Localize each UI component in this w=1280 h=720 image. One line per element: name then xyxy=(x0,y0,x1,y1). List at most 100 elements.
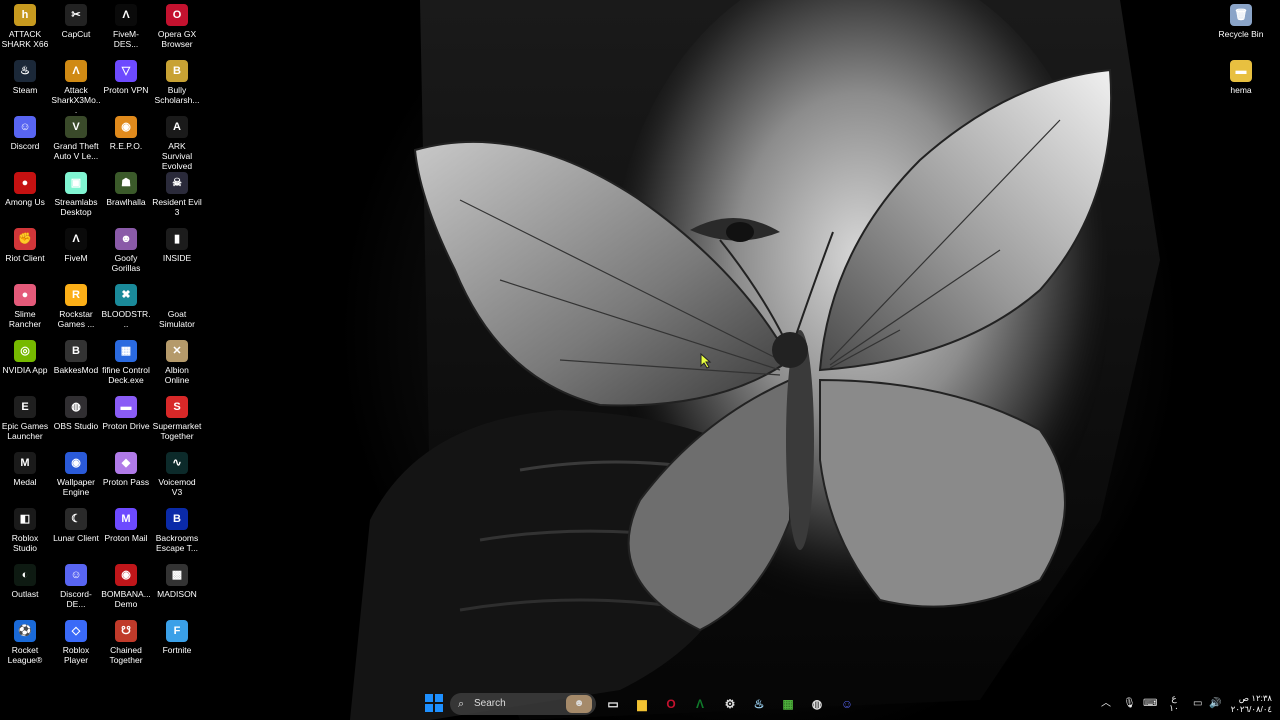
keyboard-icon[interactable]: ⌨ xyxy=(1143,697,1157,711)
desktop-icon-label: Proton Mail xyxy=(104,533,148,543)
outlast-icon: ◐ xyxy=(14,564,36,586)
desktop-icon[interactable]: ◆ Proton Pass xyxy=(101,452,151,487)
desktop-icon[interactable]: ▣ Streamlabs Desktop xyxy=(51,172,101,217)
desktop-icon-label: Bully Scholarsh... xyxy=(154,85,200,105)
desktop-icon[interactable]: ● Among Us xyxy=(0,172,50,207)
desktop-icon[interactable]: ♨ Steam xyxy=(0,60,50,95)
chevron-up-icon[interactable]: ︿ xyxy=(1101,697,1111,711)
desktop-icon[interactable]: ☗ Brawlhalla xyxy=(101,172,151,207)
desktop-icon[interactable]: V Grand Theft Auto V Le... xyxy=(51,116,101,161)
desktop-icon[interactable]: Λ FiveM xyxy=(51,228,101,263)
desktop-icon[interactable]: ☋ Chained Together xyxy=(101,620,151,665)
desktop-icon[interactable]: ▮ INSIDE xyxy=(152,228,202,263)
desktop-icon-label: Slime Rancher xyxy=(8,309,42,329)
desktop-icon[interactable]: S Supermarket Together xyxy=(152,396,202,441)
desktop-icon[interactable]: ☾ Lunar Client xyxy=(51,508,101,543)
steam-icon[interactable]: ♨ xyxy=(748,693,770,715)
desktop-icon[interactable]: 🗑 Recycle Bin xyxy=(1216,4,1266,39)
desktop-icon[interactable]: ◐ Outlast xyxy=(0,564,50,599)
opera-gx-icon: O xyxy=(166,4,188,26)
desktop-icon[interactable]: ◉ BOMBANA... Demo xyxy=(101,564,151,609)
desktop-icon[interactable]: Λ FiveM-DES... xyxy=(101,4,151,49)
desktop-icon-label: Riot Client xyxy=(5,253,45,263)
desktop-icon[interactable]: ✕ Albion Online xyxy=(152,340,202,385)
desktop-icon[interactable]: ☺ Discord-DE... xyxy=(51,564,101,609)
desktop-icon[interactable]: ● Slime Rancher xyxy=(0,284,50,329)
volume-icon[interactable]: 🔊 xyxy=(1209,697,1221,711)
repo-icon: ◉ xyxy=(115,116,137,138)
desktop-icon[interactable]: E Epic Games Launcher xyxy=(0,396,50,441)
desktop-icon-label: Roblox Player xyxy=(62,645,90,665)
desktop-icon[interactable]: ✖ BLOODSTR... xyxy=(101,284,151,329)
taskbar-search-box[interactable]: ⌕ Search ☻ xyxy=(450,693,596,715)
desktop-icon-label: Goofy Gorillas xyxy=(111,253,141,273)
bakkesmod-icon: B xyxy=(65,340,87,362)
desktop-icon[interactable]: ⚽ Rocket League® xyxy=(0,620,50,665)
desktop-icon[interactable]: ◇ Roblox Player xyxy=(51,620,101,665)
desktop-icon[interactable]: ◉ R.E.P.O. xyxy=(101,116,151,151)
desktop-icon[interactable]: ◎ NVIDIA App xyxy=(0,340,50,375)
desktop-icon[interactable]: ∿ Voicemod V3 xyxy=(152,452,202,497)
resident-evil-icon: ☠ xyxy=(166,172,188,194)
goofy-gorillas-icon: ☻ xyxy=(115,228,137,250)
input-language-indicator[interactable]: ع ١٠ xyxy=(1168,693,1180,713)
search-icon: ⌕ xyxy=(458,698,465,710)
desktop-icon-label: Proton VPN xyxy=(103,85,149,95)
desktop-icon[interactable]: ◍ OBS Studio xyxy=(51,396,101,431)
windows-start-icon[interactable] xyxy=(423,693,445,715)
desktop-icon-label: BakkesMod xyxy=(53,365,99,375)
desktop-icon[interactable]: O Opera GX Browser xyxy=(152,4,202,49)
desktop-icon-label: NVIDIA App xyxy=(2,365,48,375)
desktop-icon[interactable]: ☺ Discord xyxy=(0,116,50,151)
file-explorer-icon[interactable]: ▆ xyxy=(631,693,653,715)
desktop-icon[interactable]: ✂ CapCut xyxy=(51,4,101,39)
desktop-icon[interactable]: A ARK Survival Evolved xyxy=(152,116,202,171)
desktop-icon[interactable]: ▩ MADISON xyxy=(152,564,202,599)
desktop-icon-label: ATTACK SHARK X66 xyxy=(1,29,49,49)
desktop-icon-label: Lunar Client xyxy=(53,533,99,543)
obs-icon: ◍ xyxy=(65,396,87,418)
clock-date: ٢٠٢٦/٠٨/٠٤ xyxy=(1230,704,1272,714)
desktop-icon[interactable]: Goat Simulator xyxy=(152,284,202,329)
hema-logo-icon: h xyxy=(14,4,36,26)
desktop-icon[interactable]: F Fortnite xyxy=(152,620,202,655)
settings-icon[interactable]: ⚙ xyxy=(719,693,741,715)
desktop-icon[interactable]: ▦ fifine Control Deck.exe xyxy=(101,340,151,385)
desktop-icon[interactable]: M Proton Mail xyxy=(101,508,151,543)
desktop-icon[interactable]: R Rockstar Games ... xyxy=(51,284,101,329)
bully-icon: B xyxy=(166,60,188,82)
desktop-icon[interactable]: ✊ Riot Client xyxy=(0,228,50,263)
fivem-icon: Λ xyxy=(115,4,137,26)
desktop-icon-label: Attack SharkX3Mo... xyxy=(51,85,101,115)
fivem-icon[interactable]: Λ xyxy=(689,693,711,715)
desktop-icon[interactable]: ▬ hema xyxy=(1216,60,1266,95)
desktop-icon[interactable]: Λ Attack SharkX3Mo... xyxy=(51,60,101,115)
desktop-icon-label: Albion Online xyxy=(164,365,190,385)
task-view-icon[interactable]: ▭ xyxy=(602,693,624,715)
desktop-icon[interactable]: M Medal xyxy=(0,452,50,487)
desktop-icon[interactable]: B Backrooms Escape T... xyxy=(152,508,202,553)
goat-simulator-icon xyxy=(166,284,188,306)
desktop-icon-label: Roblox Studio xyxy=(11,533,39,553)
desktop-icon[interactable]: ☻ Goofy Gorillas xyxy=(101,228,151,273)
desktop-icon[interactable]: ◧ Roblox Studio xyxy=(0,508,50,553)
desktop-icon-label: Proton Pass xyxy=(102,477,150,487)
desktop-icon[interactable]: ◉ Wallpaper Engine xyxy=(51,452,101,497)
desktop-icon-label: Outlast xyxy=(11,589,39,599)
supermarket-icon: S xyxy=(166,396,188,418)
opera-gx-icon[interactable]: O xyxy=(660,693,682,715)
desktop-icon[interactable]: ▽ Proton VPN xyxy=(101,60,151,95)
obs-icon[interactable]: ◍ xyxy=(806,693,828,715)
microphone-icon[interactable]: 🎙 xyxy=(1123,697,1136,711)
desktop-icon[interactable]: ▬ Proton Drive xyxy=(101,396,151,431)
network-icon[interactable]: ▭ xyxy=(1193,697,1202,711)
discord-icon[interactable]: ☺ xyxy=(836,693,858,715)
desktop-icon[interactable]: B Bully Scholarsh... xyxy=(152,60,202,105)
desktop-icon[interactable]: B BakkesMod xyxy=(51,340,101,375)
desktop-icon[interactable]: ☠ Resident Evil 3 xyxy=(152,172,202,217)
taskbar-clock[interactable]: ١٢:٣٨ ص ٢٠٢٦/٠٨/٠٤ xyxy=(1226,693,1272,715)
desktop-icon[interactable]: h ATTACK SHARK X66 xyxy=(0,4,50,49)
desktop-icon-label: hema xyxy=(1230,85,1252,95)
discord-icon: ☺ xyxy=(65,564,87,586)
minecraft-icon[interactable]: ▦ xyxy=(777,693,799,715)
